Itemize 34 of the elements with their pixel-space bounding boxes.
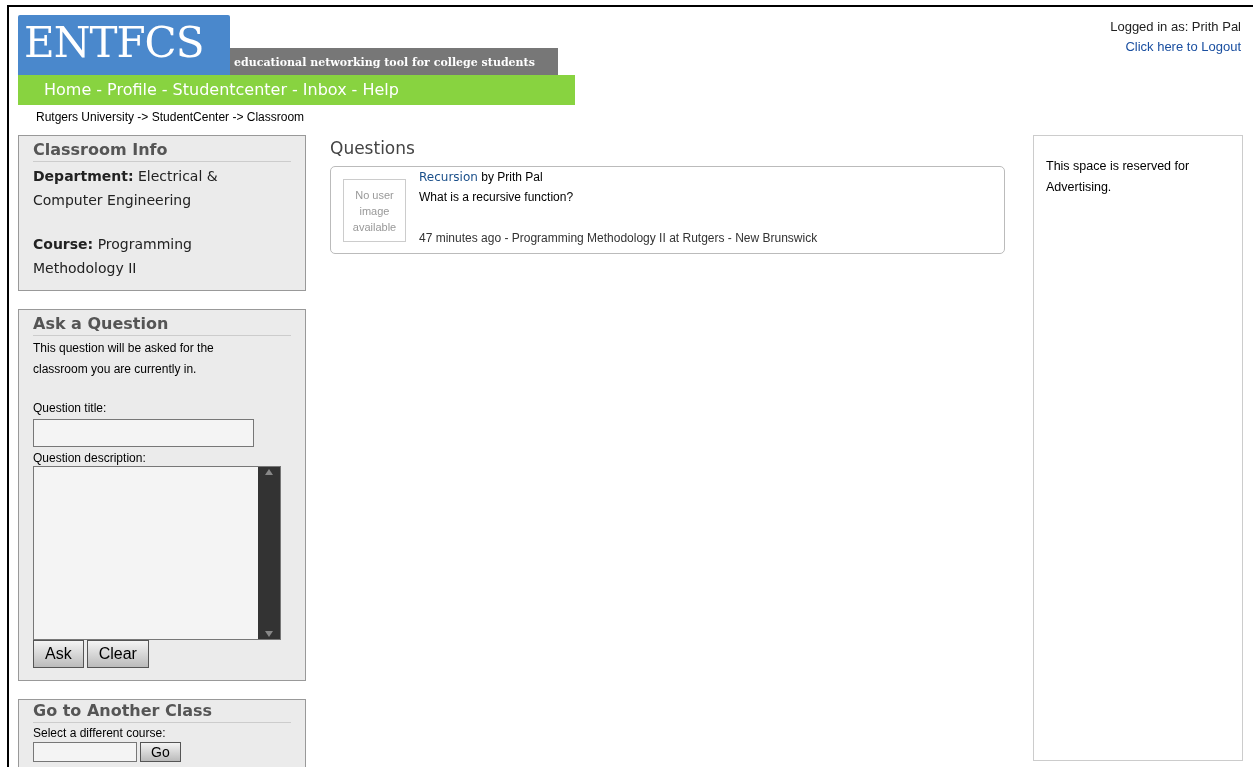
logged-in-text: Logged in as: Prith Pal [1110,18,1241,36]
question-meta: 47 minutes ago - Programming Methodology II at Rutgers - New Brunswick [419,230,818,247]
form-button[interactable]: Clear [86,640,149,668]
panel-title: Classroom Info [33,139,291,162]
author-text: by Prith Pal [481,170,543,184]
question-text: What is a recursive function? [419,189,575,206]
logo[interactable]: ENTFCS [18,15,230,75]
nav-separator: - [96,79,103,101]
field-label: Question title: [33,400,108,416]
panel-title: Ask a Question [33,313,291,336]
panel-title: Go to Another Class [33,700,291,723]
course-select[interactable] [33,742,137,762]
nav-separator: - [161,79,168,101]
question-title-link[interactable]: Recursion [419,170,478,184]
note-text: This question will be asked for the classroom you are currently in. [33,340,215,378]
field-label: Question description: [33,450,147,466]
nav-separator: - [292,79,298,101]
info-text: Course: Programming Methodology II [33,235,193,278]
nav-separator: - [351,79,358,101]
description-textarea[interactable] [33,466,281,640]
form-button[interactable]: Ask [33,640,84,668]
tagline: educational networking tool for college students [230,48,558,75]
go-button[interactable]: Go [140,742,181,762]
scroll-up-icon[interactable] [265,469,273,475]
breadcrumb: Rutgers University -> StudentCenter -> Classroom [35,109,306,125]
info-text: Department: Electrical & Computer Engineering [33,167,219,210]
section-title: Questions [330,137,416,160]
scroll-down-icon[interactable] [265,631,273,637]
logout-link[interactable]: Click here to Logout [1125,39,1241,54]
title-input[interactable] [33,419,254,447]
ad-text: This space is reserved for Advertising. [1046,158,1191,196]
placeholder-text: No user image available [351,187,398,235]
field-label: Select a different course: [33,725,167,741]
scrollbar[interactable] [258,467,280,639]
